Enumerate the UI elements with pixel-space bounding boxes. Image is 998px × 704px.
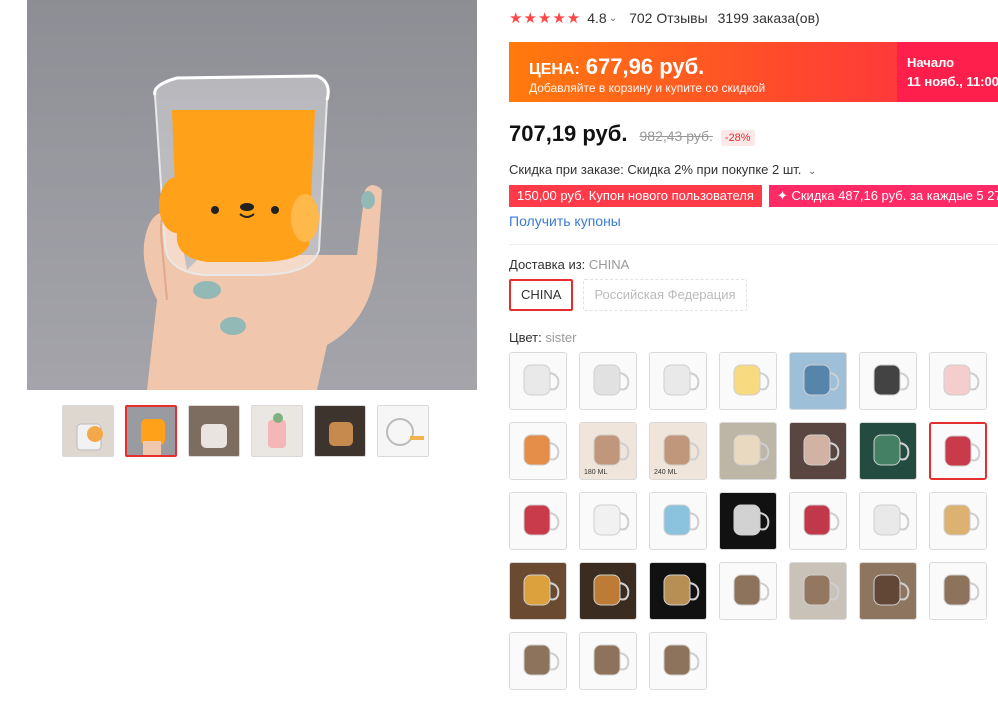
order-discount-label: Скидка при заказе: [509,162,624,177]
color-swatch[interactable] [719,492,777,550]
orders-count: 3199 заказа(ов) [717,10,820,26]
chevron-down-icon[interactable]: ⌄ [808,166,816,177]
thumbnail[interactable] [62,405,114,457]
shipping-option-china[interactable]: CHINA [509,279,574,311]
thumbnail-active[interactable] [125,405,177,457]
color-swatch[interactable] [719,562,777,620]
color-swatch[interactable] [509,422,567,480]
thumbnail[interactable] [251,405,303,457]
color-swatch[interactable] [579,562,637,620]
thumbnail[interactable] [377,405,429,457]
store-discount-coupon[interactable]: ✦ Скидка 487,16 руб. за каждые 5 277,5 [768,185,998,207]
color-label-text: Цвет: [509,330,542,345]
sale-start-panel: Начало 11 нояб., 11:00 [897,42,998,102]
shipping-options: CHINA Российская Федерация [509,279,747,311]
banner-price-label: ЦЕНА: [529,61,580,78]
order-discount[interactable]: Скидка при заказе: Скидка 2% при покупке… [509,162,828,177]
color-swatch-selected[interactable] [929,422,987,480]
color-label: Цвет: sister [509,330,576,345]
color-swatch[interactable] [719,352,777,410]
swatch-caption: 180 ML [584,469,608,476]
original-price: 982,43 руб. [639,128,713,144]
sale-start-label: Начало [907,55,955,70]
thumbnail-strip [62,405,429,457]
color-swatch[interactable] [649,562,707,620]
sale-start-date: 11 нояб., 11:00 [907,74,998,89]
new-user-coupon[interactable]: 150,00 руб. Купон нового пользователя [509,185,762,207]
color-swatch[interactable] [859,562,917,620]
color-swatch[interactable] [719,422,777,480]
thumbnail[interactable] [314,405,366,457]
shipping-selected-value: CHINA [588,257,630,272]
color-swatch[interactable]: 180 ML [579,422,637,480]
banner-price-value: 677,96 руб. [585,54,705,79]
color-swatch[interactable] [509,562,567,620]
main-product-image[interactable] [27,0,477,390]
color-selected-value: sister [545,330,577,345]
rating-value[interactable]: 4.8 [587,10,606,26]
color-swatch[interactable] [649,352,707,410]
rating-row: ★★★★★ 4.8 ⌄ 702 Отзывы 3199 заказа(ов) [509,9,820,27]
chevron-down-icon[interactable]: ⌄ [609,13,617,24]
reviews-link[interactable]: 702 Отзывы [629,10,708,26]
coupon-list: 150,00 руб. Купон нового пользователя ✦ … [509,185,998,207]
color-swatch[interactable]: 240 ML [649,422,707,480]
divider [509,244,998,245]
color-swatch[interactable] [649,632,707,690]
swatch-caption: 240 ML [654,469,678,476]
discount-badge: -28% [720,130,755,146]
color-swatch[interactable] [579,632,637,690]
sale-price-banner: ЦЕНА: 677,96 руб. Добавляйте в корзину и… [509,42,998,102]
color-swatch[interactable] [859,492,917,550]
color-swatch[interactable] [789,562,847,620]
shipping-option-russia[interactable]: Российская Федерация [583,279,747,311]
color-swatch[interactable] [859,422,917,480]
color-swatch[interactable] [789,422,847,480]
shipping-label-text: Доставка из: [509,257,586,272]
color-swatch[interactable] [859,352,917,410]
get-coupons-link[interactable]: Получить купоны [509,213,621,229]
current-price: 707,19 руб. [509,121,628,146]
shipping-label: Доставка из: CHINA [509,257,629,272]
price-row: 707,19 руб. 982,43 руб. -28% [509,121,755,147]
color-swatch[interactable] [509,632,567,690]
order-discount-text: Скидка 2% при покупке 2 шт. [627,162,802,177]
color-swatch[interactable] [579,352,637,410]
rating-stars-icon: ★★★★★ [509,10,582,27]
color-swatch[interactable] [649,492,707,550]
color-swatch[interactable] [509,492,567,550]
color-swatch[interactable] [929,562,987,620]
color-swatch[interactable] [789,352,847,410]
color-swatch[interactable] [509,352,567,410]
color-swatch[interactable] [929,352,987,410]
thumbnail[interactable] [188,405,240,457]
color-swatch[interactable] [929,492,987,550]
color-swatch[interactable] [789,492,847,550]
color-swatch[interactable] [579,492,637,550]
banner-subtext: Добавляйте в корзину и купите со скидкой [529,81,766,95]
